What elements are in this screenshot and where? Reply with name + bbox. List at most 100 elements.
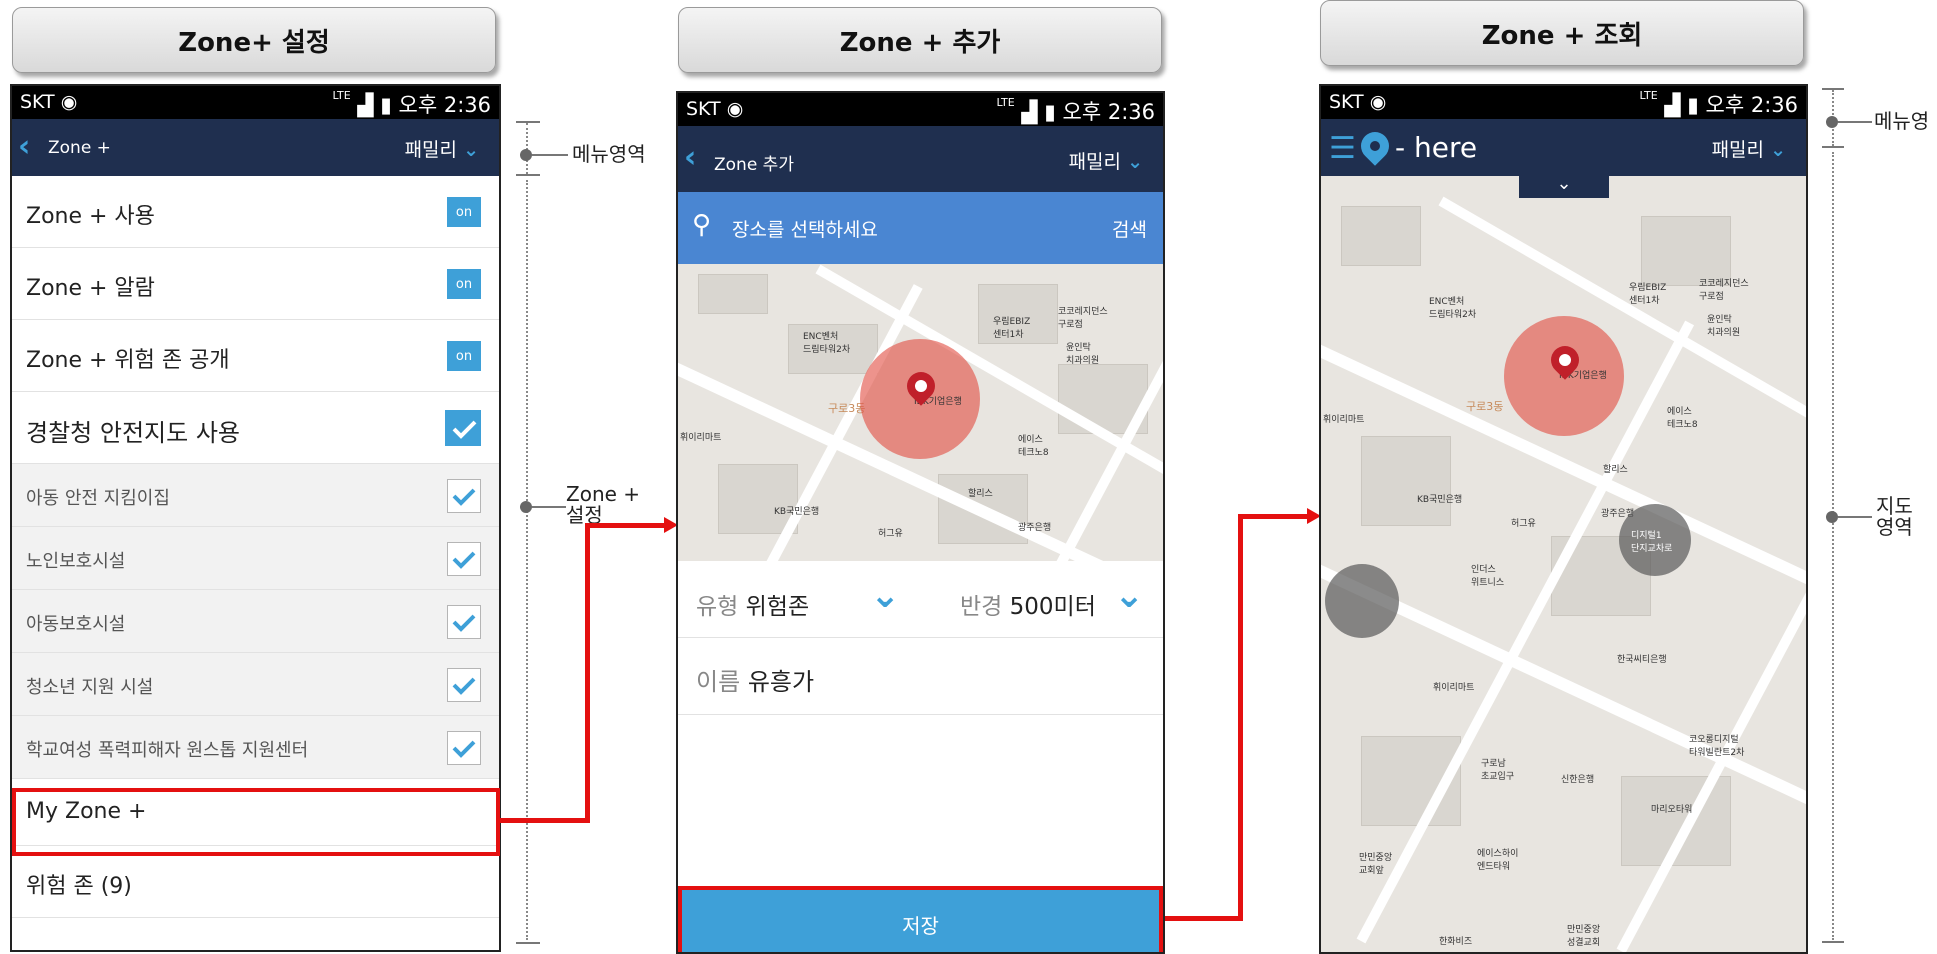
lte-icon: LTE: [1639, 89, 1658, 102]
map-view[interactable]: ⌄ ENC벤처 드림타워2차 우림EBIZ 센터1차 코코레지던스 구로점 윤인탁 치과…: [1321, 176, 1806, 952]
facility-label: 노인보호시설: [26, 551, 126, 572]
map-poi-label: 한국씨티은행: [1617, 655, 1667, 665]
facility-label: 청소년 지원 시설: [26, 677, 154, 698]
facility-row[interactable]: 노인보호시설: [12, 527, 499, 590]
facility-label: 학교여성 폭력피해자 원스톱 지원센터: [26, 740, 309, 761]
toggle-row-zone-use[interactable]: Zone + 사용 on: [12, 176, 499, 248]
signal-icon: ▟: [1021, 100, 1038, 124]
map-poi-label: 한화비즈: [1439, 937, 1473, 947]
arrow-segment: [1238, 514, 1243, 921]
map-poi-label: 에이스 테크노8: [1018, 435, 1049, 458]
arrow-segment: [500, 818, 588, 823]
checkbox-checked-icon[interactable]: [447, 731, 481, 765]
toggle-row-zone-alarm[interactable]: Zone + 알람 on: [12, 248, 499, 320]
location-icon: ◉: [726, 98, 744, 120]
save-button[interactable]: 저장: [678, 886, 1163, 952]
save-label: 저장: [902, 914, 939, 938]
map-poi-label: 구로3동: [1466, 400, 1504, 413]
map-block: [1341, 206, 1421, 266]
carrier-label: SKT ◉: [20, 91, 78, 113]
type-radius-row: 유형 위험존 ⌄ 반경 500미터 ⌄: [678, 561, 1163, 638]
map-block: [698, 274, 768, 314]
phone-zone-view: SKT ◉ LTE ▟ ▮ 오후 2:36 ☰ - here 패밀리 ⌄ ⌄ E…: [1319, 84, 1808, 954]
chevron-down-icon[interactable]: ⌄: [1114, 575, 1144, 616]
family-dropdown[interactable]: 패밀리 ⌄: [1069, 147, 1143, 174]
lte-icon: LTE: [996, 96, 1015, 109]
facility-row[interactable]: 아동 안전 지킴이집: [12, 464, 499, 527]
clock: 오후 2:36: [1062, 100, 1155, 124]
toggle-label: Zone + 사용: [26, 204, 155, 229]
toggle-label: Zone + 위험 존 공개: [26, 348, 230, 373]
status-right: LTE ▟ ▮ 오후 2:36: [332, 89, 491, 119]
map-poi-label: 허그유: [1511, 519, 1536, 529]
tab-zone-add: Zone + 추가: [678, 7, 1162, 73]
location-icon: ◉: [60, 91, 78, 113]
toggle-label: Zone + 알람: [26, 276, 155, 301]
status-right: LTE ▟ ▮ 오후 2:36: [1639, 89, 1798, 119]
facility-row[interactable]: 아동보호시설: [12, 590, 499, 653]
name-field[interactable]: 이름 유흥가: [696, 662, 814, 697]
map-poi-label: 우림EBIZ 센터1차: [1629, 283, 1667, 306]
checkbox-checked-icon[interactable]: [447, 479, 481, 513]
type-dropdown[interactable]: 유형 위험존: [696, 587, 809, 621]
checkbox-checked-icon[interactable]: [445, 410, 481, 446]
radius-dropdown[interactable]: 반경 500미터: [960, 587, 1096, 621]
map-poi-label: 우림EBIZ 센터1차: [993, 317, 1031, 340]
settings-area-connector: [532, 506, 566, 508]
back-chevron-icon[interactable]: ‹: [18, 129, 30, 164]
arrow-segment: [585, 523, 668, 528]
nav-title: Zone +: [48, 138, 111, 158]
facility-row[interactable]: 청소년 지원 시설: [12, 653, 499, 716]
nav-bar: ☰ - here 패밀리 ⌄: [1321, 119, 1806, 176]
search-bar[interactable]: ⚲ 장소를 선택하세요 검색: [678, 192, 1163, 264]
map-poi-label: 윤인탁 치과의원: [1066, 343, 1100, 366]
toggle-switch[interactable]: on: [447, 341, 481, 371]
family-dropdown[interactable]: 패밀리 ⌄: [405, 135, 479, 162]
carrier-label: SKT ◉: [1329, 91, 1387, 113]
map-poi-label: 코코레지던스 구로점: [1058, 307, 1108, 330]
chevron-down-icon: ⌄: [1127, 151, 1143, 173]
here-pin-logo-icon: [1355, 126, 1395, 166]
arrow-segment: [1238, 514, 1311, 519]
facility-row[interactable]: 학교여성 폭력피해자 원스톱 지원센터: [12, 716, 499, 779]
search-button[interactable]: 검색: [1112, 215, 1147, 242]
status-bar: SKT ◉ LTE ▟ ▮ 오후 2:36: [678, 93, 1163, 126]
toggle-switch[interactable]: on: [447, 269, 481, 299]
map-view[interactable]: ENC벤처 드림타워2차 우림EBIZ 센터1차 코코레지던스 구로점 윤인탁 치과의원…: [678, 264, 1163, 561]
family-dropdown[interactable]: 패밀리 ⌄: [1712, 135, 1786, 162]
map-poi-label: 만민중앙 교회앞: [1359, 853, 1393, 876]
checkbox-checked-icon[interactable]: [447, 605, 481, 639]
map-poi-label: 윤인탁 치과의원: [1707, 315, 1741, 338]
checkbox-checked-icon[interactable]: [447, 668, 481, 702]
settings-area-dot: [520, 501, 532, 513]
toggle-switch[interactable]: on: [447, 197, 481, 227]
battery-icon: ▮: [380, 93, 392, 117]
search-input[interactable]: 장소를 선택하세요: [732, 215, 878, 242]
menu-area-dot: [1826, 116, 1838, 128]
map-poi-label: 광주은행: [1018, 523, 1052, 533]
chevron-down-icon: ⌄: [1770, 139, 1786, 161]
nav-bar: ‹ Zone 추가 패밀리 ⌄: [678, 126, 1163, 192]
police-safety-map-row[interactable]: 경찰청 안전지도 사용: [12, 392, 499, 464]
tab-zone-view: Zone + 조회: [1320, 0, 1804, 66]
hamburger-menu-icon[interactable]: ☰: [1329, 131, 1356, 166]
map-collapse-tab[interactable]: ⌄: [1519, 176, 1609, 198]
map-poi-label: 인더스 위트니스: [1471, 565, 1505, 588]
map-poi-label: 에이스 테크노8: [1667, 407, 1698, 430]
back-chevron-icon[interactable]: ‹: [684, 140, 696, 175]
map-area-line: [1832, 152, 1834, 940]
name-row[interactable]: 이름 유흥가: [678, 638, 1163, 715]
menu-area-bracket: [1822, 146, 1844, 148]
lte-icon: LTE: [332, 89, 351, 102]
arrow-segment: [585, 523, 590, 823]
menu-area-connector: [1838, 121, 1872, 123]
clock: 오후 2:36: [398, 93, 491, 117]
checkbox-checked-icon[interactable]: [447, 542, 481, 576]
danger-zone-row[interactable]: 위험 존 (9): [12, 846, 499, 918]
map-poi-label: 만민중앙 성결교회: [1567, 925, 1601, 948]
chevron-down-icon[interactable]: ⌄: [870, 575, 900, 616]
toggle-row-danger-zone-public[interactable]: Zone + 위험 존 공개 on: [12, 320, 499, 392]
police-map-label: 경찰청 안전지도 사용: [26, 419, 240, 447]
map-poi-label: 할리스: [968, 489, 993, 499]
app-logo: - here: [1395, 131, 1478, 164]
